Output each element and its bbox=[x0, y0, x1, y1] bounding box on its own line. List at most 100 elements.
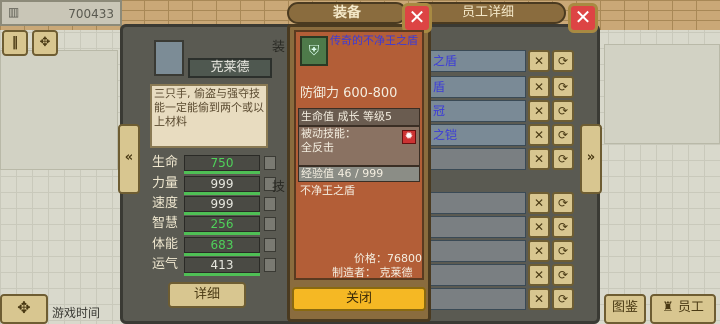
swap-button[interactable]: ⟳ bbox=[552, 76, 574, 98]
next-employee-button[interactable]: » bbox=[580, 124, 602, 194]
item-exp: 经验值 46 / 999 bbox=[298, 166, 420, 182]
unequip-button[interactable]: ✕ bbox=[528, 148, 550, 170]
close-icon: ✕ bbox=[408, 5, 426, 29]
unequip-button[interactable]: ✕ bbox=[528, 216, 550, 238]
stat-value-luck: 413 bbox=[184, 257, 260, 273]
employee-close-button[interactable]: ✕ bbox=[568, 3, 598, 33]
swap-icon: ⟳ bbox=[557, 128, 569, 142]
staff-label: 员工 bbox=[677, 300, 704, 315]
swap-button[interactable]: ⟳ bbox=[552, 264, 574, 286]
stat-bar-luck bbox=[184, 273, 260, 276]
game-time-label: 游戏时间 bbox=[52, 306, 101, 320]
pause-button[interactable]: ‖ bbox=[2, 30, 28, 56]
stat-bar-speed bbox=[184, 212, 260, 215]
stat-label-wisdom: 智慧 bbox=[152, 216, 179, 231]
skill-row[interactable] bbox=[430, 216, 526, 238]
equipment-popup-title: 装备 bbox=[287, 2, 407, 24]
stat-value-wisdom: 256 bbox=[184, 216, 260, 232]
stat-value-hp: 750 bbox=[184, 155, 260, 171]
detail-button[interactable]: 详细 bbox=[168, 282, 246, 308]
swap-button[interactable]: ⟳ bbox=[552, 240, 574, 262]
shield-icon: ⛨ bbox=[308, 43, 320, 59]
map-button[interactable]: 图鉴 bbox=[604, 294, 646, 324]
skill-icon: ✹ bbox=[402, 130, 416, 144]
skill-row[interactable] bbox=[430, 264, 526, 286]
item-name: 传奇的不净王之盾 bbox=[330, 34, 418, 47]
unequip-icon: ✕ bbox=[533, 80, 545, 94]
item-defense: 防御力 600-800 bbox=[300, 86, 398, 101]
unequip-icon: ✕ bbox=[533, 196, 545, 210]
unequip-icon: ✕ bbox=[533, 220, 545, 234]
prev-employee-button[interactable]: « bbox=[118, 124, 140, 194]
unequip-button[interactable]: ✕ bbox=[528, 240, 550, 262]
swap-icon: ⟳ bbox=[557, 54, 569, 68]
skill-row[interactable] bbox=[430, 192, 526, 214]
unequip-button[interactable]: ✕ bbox=[528, 192, 550, 214]
building-right bbox=[604, 44, 720, 144]
settings-icon: ✥ bbox=[39, 35, 51, 50]
unequip-button[interactable]: ✕ bbox=[528, 264, 550, 286]
settings-button[interactable]: ✥ bbox=[32, 30, 58, 56]
pause-icon: ‖ bbox=[11, 35, 19, 50]
stat-label-hp: 生命 bbox=[152, 155, 179, 170]
unequip-button[interactable]: ✕ bbox=[528, 100, 550, 122]
unequip-button[interactable]: ✕ bbox=[528, 76, 550, 98]
swap-button[interactable]: ⟳ bbox=[552, 288, 574, 310]
swap-icon: ⟳ bbox=[557, 104, 569, 118]
equipment-section-label: 装 bbox=[272, 40, 286, 55]
item-level: 生命值 成长 等级5 bbox=[298, 108, 420, 126]
equipment-row[interactable]: 冠 bbox=[430, 100, 526, 122]
equipment-popup-close-button[interactable]: ✕ bbox=[402, 3, 432, 33]
swap-button[interactable]: ⟳ bbox=[552, 216, 574, 238]
unequip-icon: ✕ bbox=[533, 244, 545, 258]
equipment-row[interactable] bbox=[430, 148, 526, 170]
unequip-icon: ✕ bbox=[533, 292, 545, 306]
swap-button[interactable]: ⟳ bbox=[552, 148, 574, 170]
arrow-left-icon: « bbox=[124, 150, 134, 165]
stat-icon bbox=[264, 258, 276, 272]
stat-icon bbox=[264, 238, 276, 252]
stat-label-stamina: 体能 bbox=[152, 237, 179, 252]
stat-icon bbox=[264, 217, 276, 231]
employee-portrait bbox=[154, 40, 184, 76]
employee-panel-title: 员工详细 bbox=[410, 2, 566, 24]
money-value: 700433 bbox=[68, 7, 114, 21]
swap-button[interactable]: ⟳ bbox=[552, 100, 574, 122]
skill-row[interactable] bbox=[430, 288, 526, 310]
close-button[interactable]: 关闭 bbox=[292, 287, 426, 311]
employee-name: 克莱德 bbox=[188, 58, 272, 78]
unequip-button[interactable]: ✕ bbox=[528, 288, 550, 310]
swap-icon: ⟳ bbox=[557, 220, 569, 234]
swap-button[interactable]: ⟳ bbox=[552, 50, 574, 72]
swap-icon: ⟳ bbox=[557, 152, 569, 166]
stat-bar-stamina bbox=[184, 253, 260, 256]
staff-icon: ♜ bbox=[662, 300, 674, 315]
unequip-button[interactable]: ✕ bbox=[528, 50, 550, 72]
stat-bar-power bbox=[184, 192, 260, 195]
stat-label-speed: 速度 bbox=[152, 196, 179, 211]
stat-label-luck: 运气 bbox=[152, 257, 179, 272]
unequip-icon: ✕ bbox=[533, 104, 545, 118]
swap-icon: ⟳ bbox=[557, 244, 569, 258]
swap-icon: ⟳ bbox=[557, 196, 569, 210]
equipment-row[interactable]: 盾 bbox=[430, 76, 526, 98]
item-maker: 制造者： 克莱德 bbox=[332, 266, 413, 279]
stat-icon bbox=[264, 156, 276, 170]
unequip-button[interactable]: ✕ bbox=[528, 124, 550, 146]
item-name-plain: 不净王之盾 bbox=[300, 184, 355, 197]
swap-button[interactable]: ⟳ bbox=[552, 192, 574, 214]
swap-icon: ⟳ bbox=[557, 268, 569, 282]
compass-button[interactable]: ✥ bbox=[0, 294, 48, 324]
swap-button[interactable]: ⟳ bbox=[552, 124, 574, 146]
equipment-row[interactable]: 之盾 bbox=[430, 50, 526, 72]
equipment-row[interactable]: 之铠 bbox=[430, 124, 526, 146]
stat-label-power: 力量 bbox=[152, 176, 179, 191]
stat-icon bbox=[264, 197, 276, 211]
skill-row[interactable] bbox=[430, 240, 526, 262]
unequip-icon: ✕ bbox=[533, 152, 545, 166]
item-icon: ⛨ bbox=[300, 36, 328, 66]
unequip-icon: ✕ bbox=[533, 128, 545, 142]
staff-button[interactable]: ♜ 员工 bbox=[650, 294, 716, 324]
swap-icon: ⟳ bbox=[557, 80, 569, 94]
skill-section-label: 技 bbox=[272, 180, 286, 195]
